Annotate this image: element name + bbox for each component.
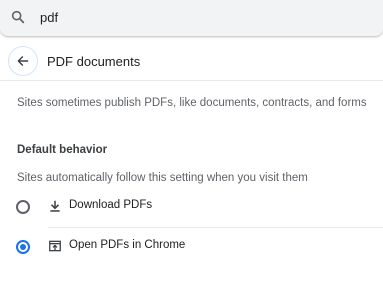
back-button[interactable]	[8, 46, 38, 76]
download-icon	[50, 200, 60, 212]
option-download-pdfs[interactable]: Download PDFs	[0, 187, 383, 227]
radio-open-pdfs-in-chrome[interactable]	[16, 240, 30, 254]
section-subtext: Sites automatically follow this setting …	[17, 172, 308, 184]
arrow-left-icon	[17, 56, 29, 66]
header-divider	[0, 80, 383, 81]
option-label-download-pdfs: Download PDFs	[69, 199, 153, 211]
option-open-pdfs-in-chrome[interactable]: Open PDFs in Chrome	[0, 227, 383, 267]
search-bar	[0, 0, 383, 36]
option-label-open-pdfs-in-chrome: Open PDFs in Chrome	[69, 239, 186, 251]
radio-download-pdfs[interactable]	[16, 200, 30, 214]
open-in-browser-icon	[49, 240, 61, 252]
search-icon[interactable]	[10, 9, 26, 25]
search-input[interactable]	[36, 6, 374, 28]
page-title: PDF documents	[47, 54, 141, 69]
page-header: PDF documents	[0, 44, 383, 84]
page-description: Sites sometimes publish PDFs, like docum…	[17, 97, 367, 109]
section-heading: Default behavior	[17, 144, 108, 156]
